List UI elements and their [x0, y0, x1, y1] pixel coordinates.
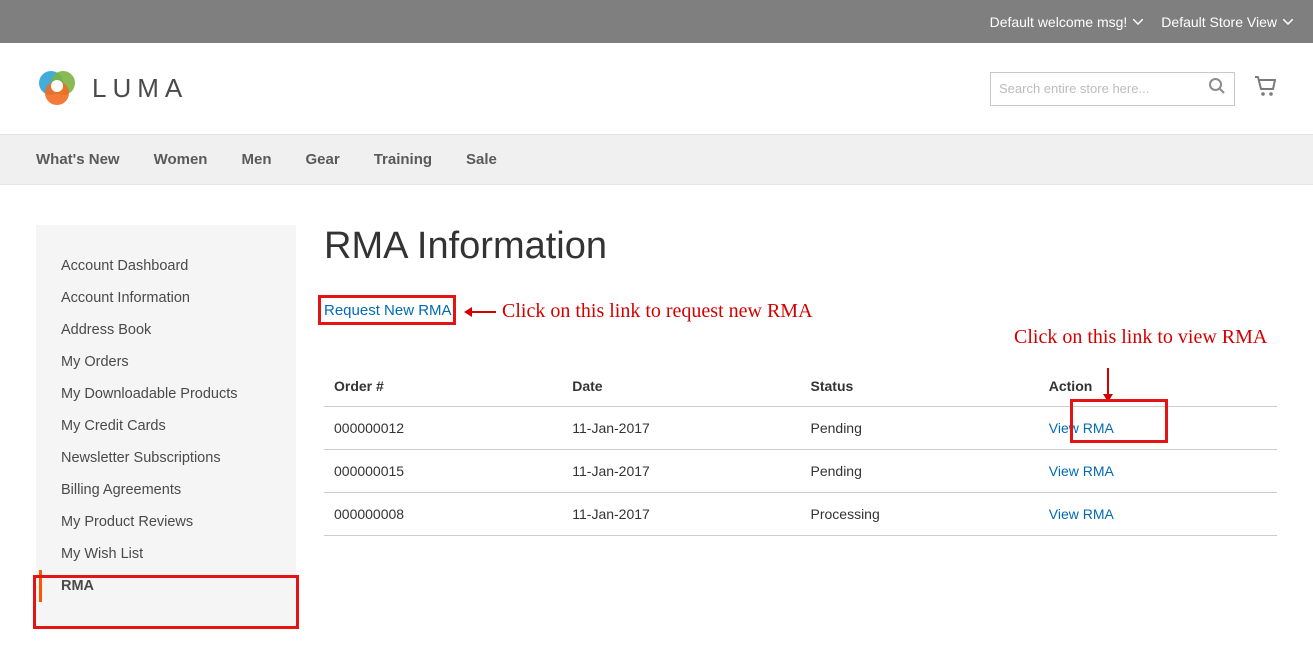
sidebar-item[interactable]: Billing Agreements [39, 474, 293, 506]
sidebar-item[interactable]: My Downloadable Products [39, 378, 293, 410]
cell-action: View RMA [1039, 407, 1277, 450]
table-row: 00000000811-Jan-2017Processing View RMA [324, 493, 1277, 536]
logo[interactable]: LUMA [36, 65, 188, 112]
main-content: Account DashboardAccount InformationAddr… [0, 185, 1313, 667]
cell-order: 000000015 [324, 450, 562, 493]
welcome-text: Default welcome msg! [990, 14, 1128, 30]
header: LUMA [0, 43, 1313, 134]
nav-item[interactable]: Sale [466, 135, 497, 184]
view-rma-link[interactable]: View RMA [1049, 463, 1114, 479]
cell-order: 000000008 [324, 493, 562, 536]
nav-item[interactable]: What's New [36, 135, 120, 184]
cell-order: 000000012 [324, 407, 562, 450]
cell-date: 11-Jan-2017 [562, 407, 800, 450]
cell-status: Processing [801, 493, 1039, 536]
chevron-down-icon [1133, 19, 1143, 25]
sidebar-item[interactable]: My Orders [39, 346, 293, 378]
top-bar: Default welcome msg! Default Store View [0, 0, 1313, 43]
search-input[interactable] [999, 81, 1208, 96]
search-icon[interactable] [1208, 77, 1226, 100]
nav-item[interactable]: Gear [305, 135, 339, 184]
cell-action: View RMA [1039, 493, 1277, 536]
welcome-dropdown[interactable]: Default welcome msg! [990, 14, 1144, 30]
account-sidebar: Account DashboardAccount InformationAddr… [36, 225, 296, 627]
col-date: Date [562, 366, 800, 407]
search-box[interactable] [990, 72, 1235, 106]
sidebar-item[interactable]: My Credit Cards [39, 410, 293, 442]
store-view-dropdown[interactable]: Default Store View [1161, 14, 1293, 30]
sidebar-item[interactable]: Account Information [39, 282, 293, 314]
content-area: RMA Information Request New RMA Click on… [296, 225, 1277, 627]
arrow-down-icon [1101, 368, 1115, 405]
cell-date: 11-Jan-2017 [562, 450, 800, 493]
view-rma-link[interactable]: View RMA [1049, 420, 1114, 436]
nav-item[interactable]: Men [241, 135, 271, 184]
sidebar-item[interactable]: Newsletter Subscriptions [39, 442, 293, 474]
sidebar-item[interactable]: Account Dashboard [39, 250, 293, 282]
annotation-text: Click on this link to view RMA [1014, 326, 1267, 349]
cell-status: Pending [801, 407, 1039, 450]
cell-status: Pending [801, 450, 1039, 493]
rma-table: Order # Date Status Action [324, 366, 1277, 536]
col-status: Status [801, 366, 1039, 407]
col-action: Action [1039, 366, 1277, 407]
sidebar-item[interactable]: Address Book [39, 314, 293, 346]
view-rma-link[interactable]: View RMA [1049, 506, 1114, 522]
sidebar-item[interactable]: My Wish List [39, 538, 293, 570]
main-nav: What's New Women Men Gear Training Sale [0, 134, 1313, 185]
arrow-left-icon [464, 305, 496, 324]
logo-text: LUMA [92, 73, 188, 104]
request-new-rma-link[interactable]: Request New RMA [324, 302, 452, 319]
cell-date: 11-Jan-2017 [562, 493, 800, 536]
cell-action: View RMA [1039, 450, 1277, 493]
cart-icon[interactable] [1253, 75, 1277, 102]
page-title: RMA Information [324, 225, 1277, 268]
logo-mark-icon [36, 65, 78, 112]
chevron-down-icon [1283, 19, 1293, 25]
sidebar-item[interactable]: My Product Reviews [39, 506, 293, 538]
sidebar-item[interactable]: RMA [39, 570, 293, 602]
table-row: 00000001211-Jan-2017Pending View RMA [324, 407, 1277, 450]
store-view-text: Default Store View [1161, 14, 1277, 30]
annotation-text: Click on this link to request new RMA [502, 300, 813, 323]
col-order: Order # [324, 366, 562, 407]
table-row: 00000001511-Jan-2017Pending View RMA [324, 450, 1277, 493]
nav-item[interactable]: Training [374, 135, 432, 184]
nav-item[interactable]: Women [154, 135, 208, 184]
